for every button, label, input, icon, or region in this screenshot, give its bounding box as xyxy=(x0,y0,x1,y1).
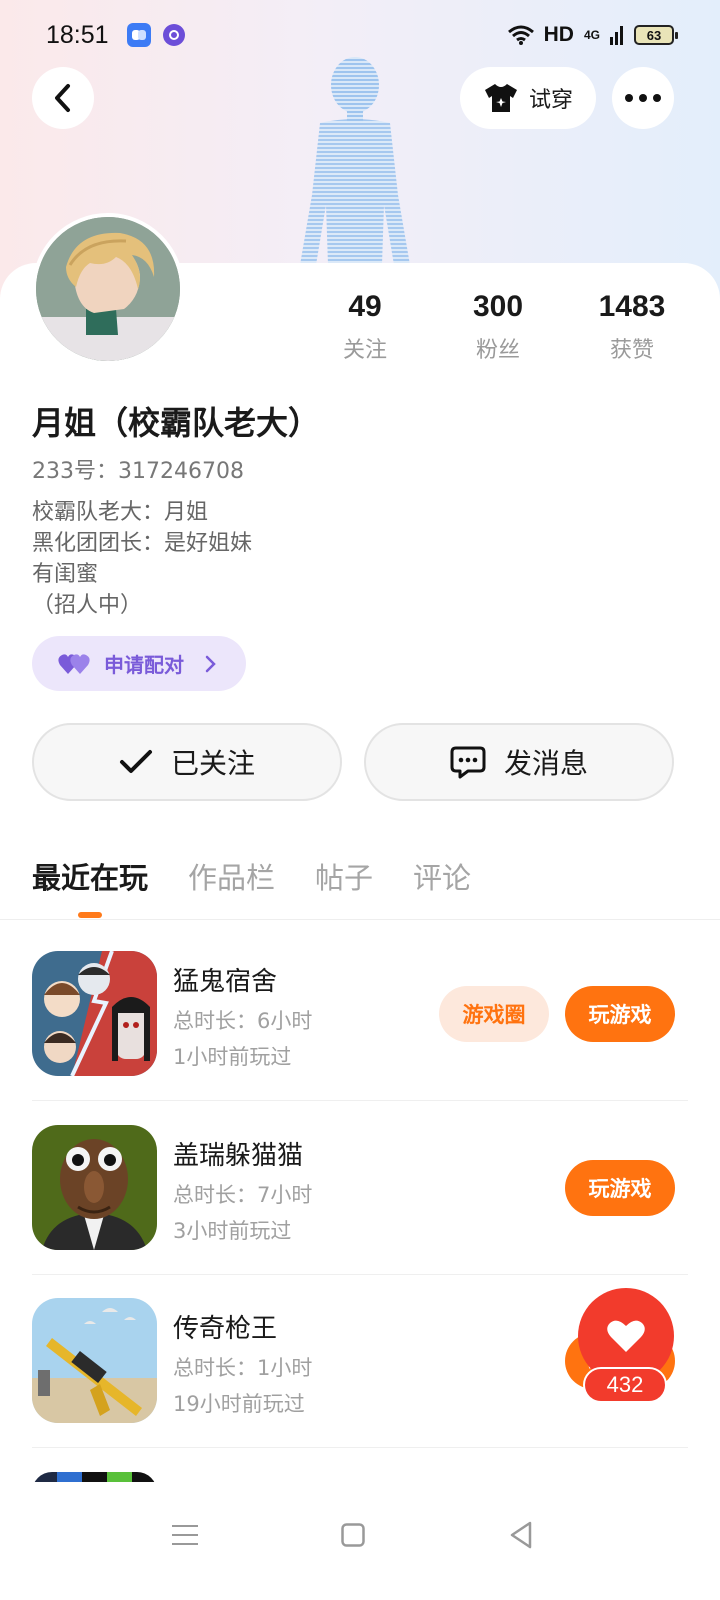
like-count-badge: 432 xyxy=(583,1367,667,1403)
system-navigation-bar xyxy=(0,1482,720,1600)
back-button[interactable] xyxy=(32,67,94,129)
game-list-item[interactable]: 猛鬼宿舍 总时长：6小时 1小时前玩过 游戏圈 玩游戏 xyxy=(0,951,720,1124)
followers-count: 300 xyxy=(472,290,524,323)
tab-comments[interactable]: 评论 xyxy=(413,855,471,897)
app-notification-icon-2 xyxy=(162,24,185,46)
bio-line: 有闺蜜 xyxy=(32,562,99,587)
tab-recently-played[interactable]: 最近在玩 xyxy=(32,855,148,897)
tabs-divider xyxy=(0,919,720,920)
shirt-icon xyxy=(484,84,517,112)
game-title: 猛鬼宿舍 xyxy=(173,967,278,997)
profile-user-id[interactable]: 233号：317246708 xyxy=(32,453,244,485)
game-total-duration: 总时长：6小时 xyxy=(173,1009,313,1033)
chevron-right-icon xyxy=(205,655,216,672)
status-time: 18:51 xyxy=(46,20,109,49)
followed-button[interactable]: 已关注 xyxy=(32,723,342,801)
bio-line: （招人中） xyxy=(32,593,143,618)
profile-bio: 校霸队老大：月姐 黑化团团长：是好姐妹 有闺蜜 （招人中） xyxy=(32,497,252,621)
nav-menu-button[interactable] xyxy=(160,1510,210,1560)
game-total-duration: 总时长：7小时 xyxy=(173,1183,313,1207)
followers-label: 粉丝 xyxy=(475,338,520,363)
tab-posts[interactable]: 帖子 xyxy=(315,855,373,897)
game-total-duration: 总时长：1小时 xyxy=(173,1356,313,1380)
request-match-label: 申请配对 xyxy=(104,653,184,677)
double-heart-icon xyxy=(58,653,90,674)
game-last-played: 3小时前玩过 xyxy=(173,1219,292,1243)
stat-likes[interactable]: 1483 获赞 xyxy=(572,290,692,364)
nav-home-button[interactable] xyxy=(328,1510,378,1560)
avatar-3d-figure xyxy=(300,57,410,265)
likes-label: 获赞 xyxy=(609,338,654,363)
game-icon xyxy=(32,951,157,1076)
active-tab-indicator xyxy=(78,912,102,918)
nav-back-button[interactable] xyxy=(496,1510,546,1560)
signal-icon xyxy=(610,26,623,45)
row-divider xyxy=(32,1447,688,1448)
row-divider xyxy=(32,1274,688,1275)
menu-icon xyxy=(172,1525,198,1545)
game-circle-button[interactable]: 游戏圈 xyxy=(439,986,549,1042)
request-match-button[interactable]: 申请配对 xyxy=(32,636,246,691)
heart-icon xyxy=(607,1320,645,1352)
checkmark-icon xyxy=(119,750,152,773)
followed-label: 已关注 xyxy=(170,747,255,780)
game-list-item[interactable]: 盖瑞躲猫猫 总时长：7小时 3小时前玩过 玩游戏 xyxy=(0,1125,720,1298)
play-game-button[interactable]: 玩游戏 xyxy=(565,1160,675,1216)
stat-followers[interactable]: 300 粉丝 xyxy=(438,290,558,364)
following-label: 关注 xyxy=(342,338,387,363)
chat-bubble-icon xyxy=(450,746,486,779)
game-title: 盖瑞躲猫猫 xyxy=(173,1141,304,1171)
more-icon xyxy=(625,94,661,102)
signal-type: 4G xyxy=(583,28,600,42)
wifi-icon xyxy=(507,25,534,45)
send-message-label: 发消息 xyxy=(503,747,588,780)
play-game-button[interactable]: 玩游戏 xyxy=(565,986,675,1042)
likes-count: 1483 xyxy=(598,290,666,323)
try-on-label: 试穿 xyxy=(528,88,573,113)
avatar-image xyxy=(36,217,180,361)
chevron-left-icon xyxy=(55,84,70,112)
triangle-back-icon xyxy=(510,1521,532,1549)
bio-line: 黑化团团长：是好姐妹 xyxy=(32,531,253,556)
app-notification-icon xyxy=(126,23,151,47)
bio-line: 校霸队老大：月姐 xyxy=(32,500,209,525)
game-title: 传奇枪王 xyxy=(173,1314,278,1344)
try-on-button[interactable]: 试穿 xyxy=(460,67,596,129)
game-icon xyxy=(32,1125,157,1250)
battery-indicator: 63 xyxy=(634,25,678,45)
following-count: 49 xyxy=(348,290,382,323)
more-options-button[interactable] xyxy=(612,67,674,129)
game-icon xyxy=(32,1298,157,1423)
tab-works[interactable]: 作品栏 xyxy=(188,855,275,897)
avatar[interactable] xyxy=(32,213,184,365)
row-divider xyxy=(32,1100,688,1101)
profile-name: 月姐（校霸队老大） xyxy=(32,404,321,442)
send-message-button[interactable]: 发消息 xyxy=(364,723,674,801)
square-icon xyxy=(341,1523,365,1547)
stat-following[interactable]: 49 关注 xyxy=(305,290,425,364)
network-type: HD xyxy=(543,23,574,46)
game-last-played: 19小时前玩过 xyxy=(173,1392,305,1416)
game-last-played: 1小时前玩过 xyxy=(173,1045,292,1069)
profile-tabs: 最近在玩 作品栏 帖子 评论 xyxy=(32,855,471,897)
status-bar: 18:51 HD 4G 63 xyxy=(0,0,720,70)
